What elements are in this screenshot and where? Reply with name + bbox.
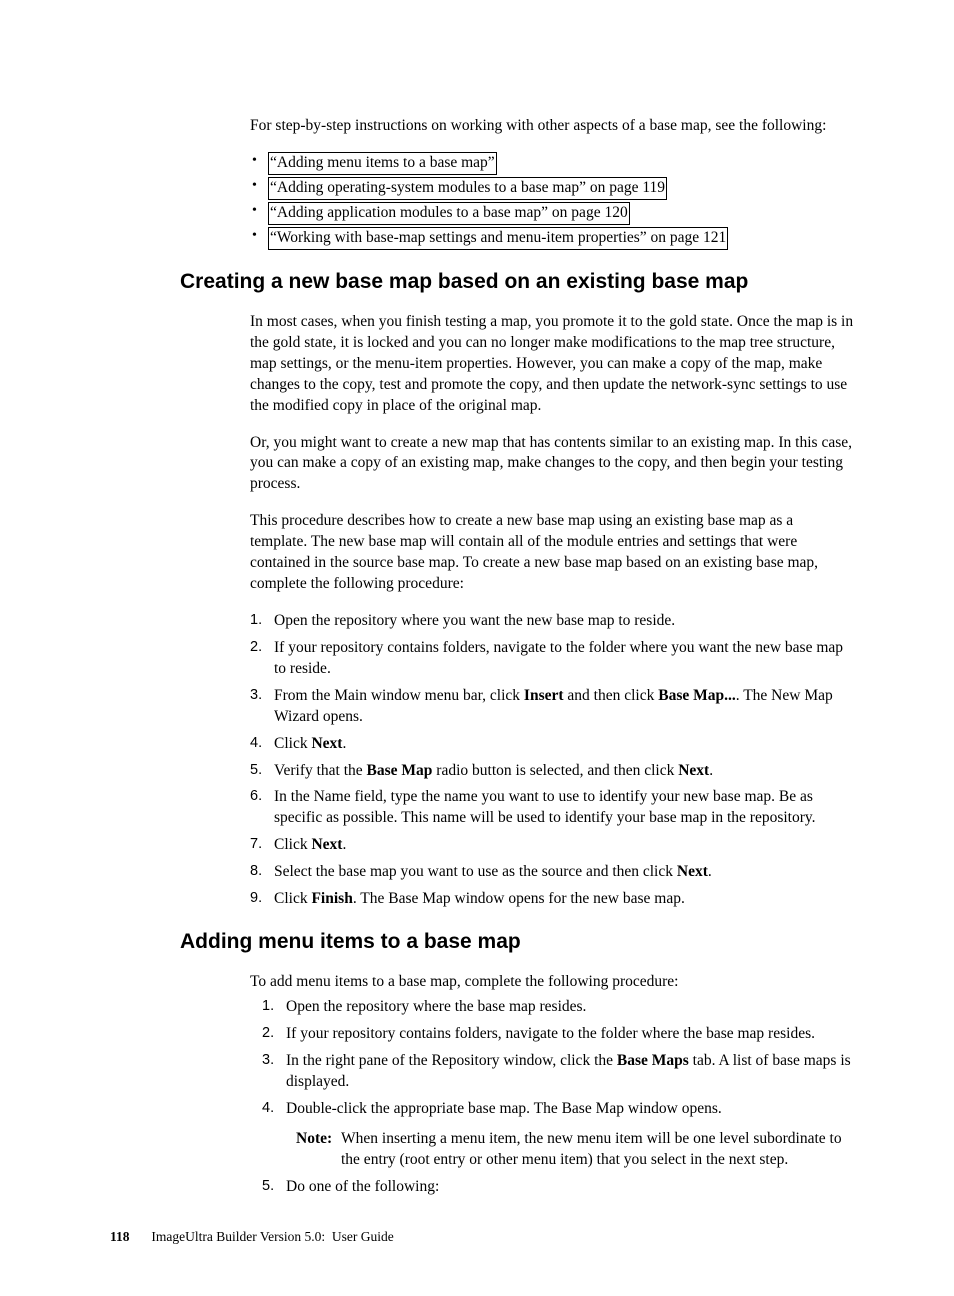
link-adding-app-modules[interactable]: “Adding application modules to a base ma… (268, 202, 630, 225)
link-adding-menu-items[interactable]: “Adding menu items to a base map” (268, 152, 497, 175)
s1-step-1: 1.Open the repository where you want the… (250, 611, 854, 632)
link-base-map-settings[interactable]: “Working with base-map settings and menu… (268, 227, 728, 250)
s1-step-9: 9.Click Finish. The Base Map window open… (250, 889, 854, 910)
s1-paragraph-1: In most cases, when you finish testing a… (250, 312, 854, 417)
s2-step-2: 2.If your repository contains folders, n… (262, 1024, 854, 1045)
s2-step-3: 3.In the right pane of the Repository wi… (262, 1051, 854, 1093)
s1-paragraph-3: This procedure describes how to create a… (250, 511, 854, 595)
s1-step-7: 7.Click Next. (250, 835, 854, 856)
s1-step-6: 6.In the Name field, type the name you w… (250, 787, 854, 829)
note-block: Note: When inserting a menu item, the ne… (286, 1129, 854, 1171)
s2-step-4: 4.Double-click the appropriate base map.… (262, 1099, 854, 1172)
s1-step-2: 2.If your repository contains folders, n… (250, 638, 854, 680)
note-label: Note: (296, 1130, 332, 1147)
s1-step-8: 8.Select the base map you want to use as… (250, 862, 854, 883)
s2-paragraph-1: To add menu items to a base map, complet… (250, 972, 854, 993)
link-adding-os-modules[interactable]: “Adding operating-system modules to a ba… (268, 177, 667, 200)
s1-step-5: 5.Verify that the Base Map radio button … (250, 761, 854, 782)
intro-paragraph: For step-by-step instructions on working… (250, 116, 854, 137)
heading-adding-menu-items: Adding menu items to a base map (180, 928, 854, 956)
note-text: When inserting a menu item, the new menu… (296, 1129, 854, 1171)
s1-step-3: 3.From the Main window menu bar, click I… (250, 686, 854, 728)
s1-paragraph-2: Or, you might want to create a new map t… (250, 433, 854, 496)
page-number: 118 (110, 1228, 148, 1246)
s1-procedure-list: 1.Open the repository where you want the… (250, 611, 854, 910)
s2-step-1: 1.Open the repository where the base map… (262, 997, 854, 1018)
s2-procedure-list: 1.Open the repository where the base map… (262, 997, 854, 1198)
cross-reference-list: “Adding menu items to a base map” “Addin… (250, 152, 854, 250)
page-footer: 118 ImageUltra Builder Version 5.0: User… (110, 1228, 854, 1246)
heading-creating-new-base-map: Creating a new base map based on an exis… (180, 268, 854, 296)
footer-title: ImageUltra Builder Version 5.0: User Gui… (151, 1229, 393, 1244)
s1-step-4: 4.Click Next. (250, 734, 854, 755)
s2-step-5: 5.Do one of the following: (262, 1177, 854, 1198)
